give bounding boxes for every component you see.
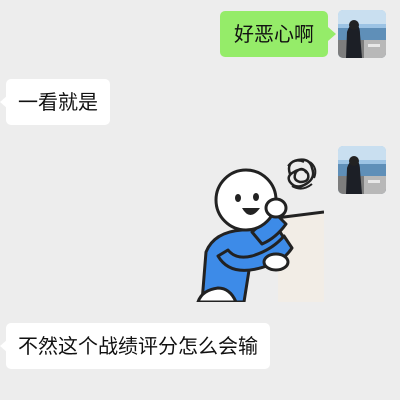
incoming-message-bubble[interactable]: 一看就是 (6, 79, 110, 125)
avatar-photo-icon (338, 10, 386, 58)
avatar-photo-icon (338, 146, 386, 194)
incoming-message-bubble[interactable]: 不然这个战绩评分怎么会输 (6, 323, 270, 369)
message-text: 一看就是 (18, 90, 98, 114)
sticker-message[interactable] (192, 152, 325, 304)
scribble-face-icon (287, 158, 317, 190)
message-text: 好恶心啊 (234, 22, 314, 46)
self-avatar[interactable] (338, 146, 386, 194)
bubble-tail (328, 27, 336, 41)
chat-window: 好恶心啊 一看就是 不然这个战绩评分怎么会输 (0, 0, 400, 400)
outgoing-message-bubble[interactable]: 好恶心啊 (220, 11, 328, 57)
message-text: 不然这个战绩评分怎么会输 (18, 334, 258, 358)
self-avatar[interactable] (338, 10, 386, 58)
